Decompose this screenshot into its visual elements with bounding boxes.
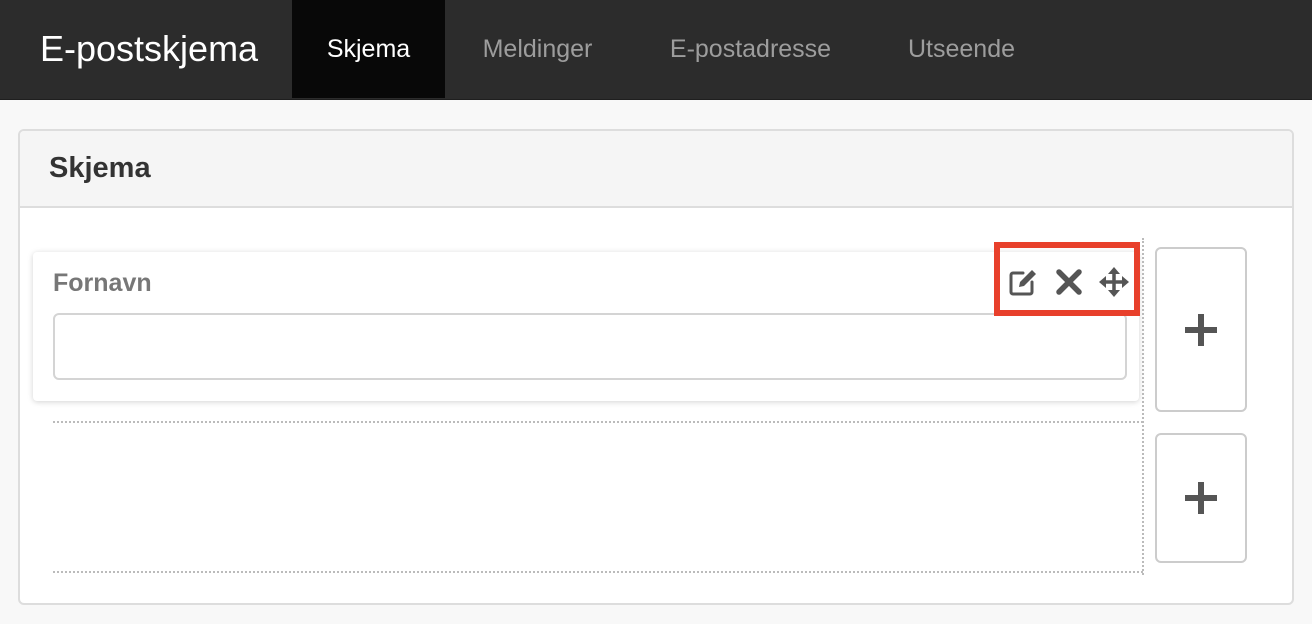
tab-meldinger[interactable]: Meldinger [445, 0, 630, 98]
top-navbar: E-postskjema Skjema Meldinger E-postadre… [0, 0, 1312, 100]
add-row-button[interactable] [1155, 433, 1247, 563]
column-divider [1142, 238, 1144, 575]
plus-icon [1185, 313, 1217, 346]
brand-title[interactable]: E-postskjema [40, 0, 258, 98]
field-label: Fornavn [53, 269, 152, 297]
panel-title: Skjema [49, 152, 151, 184]
plus-icon [1185, 482, 1217, 514]
add-field-button[interactable] [1155, 247, 1247, 412]
close-icon[interactable] [1053, 266, 1085, 298]
panel-heading: Skjema [20, 131, 1292, 208]
move-icon[interactable] [1098, 266, 1130, 298]
form-panel: Skjema Fornavn [18, 129, 1294, 605]
field-input[interactable] [53, 313, 1127, 380]
empty-drop-zone[interactable] [53, 421, 1143, 573]
tab-e-postadresse[interactable]: E-postadresse [630, 0, 871, 98]
form-field-card[interactable]: Fornavn [33, 252, 1139, 401]
tab-skjema[interactable]: Skjema [292, 0, 445, 98]
tab-utseende[interactable]: Utseende [871, 0, 1052, 98]
edit-icon[interactable] [1007, 266, 1039, 298]
field-tools-highlight [994, 242, 1140, 316]
